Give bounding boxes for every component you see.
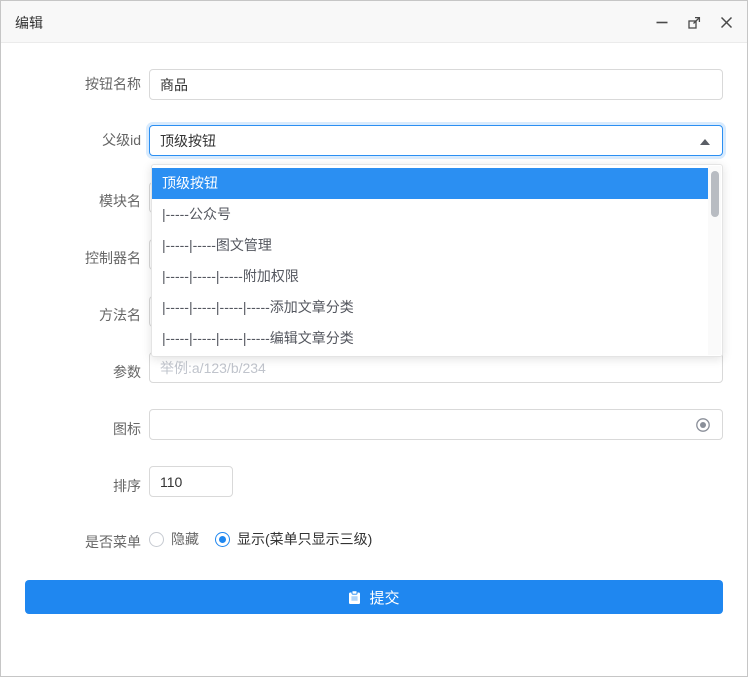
- maximize-button[interactable]: [683, 11, 705, 33]
- parent-id-selected-value: 顶级按钮: [160, 131, 216, 151]
- parent-id-select[interactable]: 顶级按钮: [149, 125, 723, 156]
- parent-id-dropdown: 顶级按钮 |-----公众号 |-----|-----图文管理 |-----|-…: [151, 164, 723, 357]
- parent-id-label: 父级id: [41, 130, 141, 150]
- icon-input[interactable]: [149, 409, 723, 440]
- radio-unchecked-icon: [149, 532, 164, 547]
- is-menu-label: 是否菜单: [41, 532, 141, 552]
- clipboard-icon: [348, 590, 361, 605]
- controller-name-label: 控制器名: [41, 248, 141, 268]
- dropdown-item[interactable]: 顶级按钮: [152, 168, 708, 199]
- minimize-button[interactable]: [651, 11, 673, 33]
- window-controls: [651, 1, 737, 43]
- chevron-up-icon: [700, 139, 710, 145]
- circle-dot-icon[interactable]: [695, 417, 711, 438]
- module-name-label: 模块名: [41, 191, 141, 211]
- radio-option-show[interactable]: 显示(菜单只显示三级): [215, 529, 372, 549]
- method-name-label: 方法名: [41, 305, 141, 325]
- edit-dialog-window: 编辑 按钮名称 父级: [0, 0, 748, 677]
- sort-input[interactable]: [149, 466, 233, 497]
- submit-button-label: 提交: [369, 587, 399, 608]
- dropdown-item[interactable]: |-----|-----|-----附加权限: [152, 261, 708, 292]
- dropdown-scrollbar-thumb[interactable]: [711, 171, 719, 217]
- radio-option-hide-label: 隐藏: [171, 529, 199, 549]
- is-menu-radio-group: 隐藏 显示(菜单只显示三级): [149, 530, 372, 548]
- params-label: 参数: [41, 362, 141, 382]
- radio-checked-icon: [215, 532, 230, 547]
- dialog-title: 编辑: [15, 13, 43, 33]
- icon-label: 图标: [41, 419, 141, 439]
- dropdown-item[interactable]: |-----公众号: [152, 199, 708, 230]
- radio-option-hide[interactable]: 隐藏: [149, 529, 199, 549]
- close-button[interactable]: [715, 11, 737, 33]
- button-name-label: 按钮名称: [41, 74, 141, 94]
- radio-option-show-label: 显示(菜单只显示三级): [237, 529, 372, 549]
- submit-button[interactable]: 提交: [25, 580, 723, 614]
- dropdown-scrollbar-track: [708, 166, 721, 355]
- dropdown-item[interactable]: |-----|-----|-----|-----添加文章分类: [152, 292, 708, 323]
- sort-label: 排序: [41, 476, 141, 496]
- dropdown-item[interactable]: |-----|-----图文管理: [152, 230, 708, 261]
- titlebar: 编辑: [1, 1, 747, 43]
- button-name-input[interactable]: [149, 69, 723, 100]
- dropdown-item[interactable]: |-----|-----|-----|-----编辑文章分类: [152, 323, 708, 354]
